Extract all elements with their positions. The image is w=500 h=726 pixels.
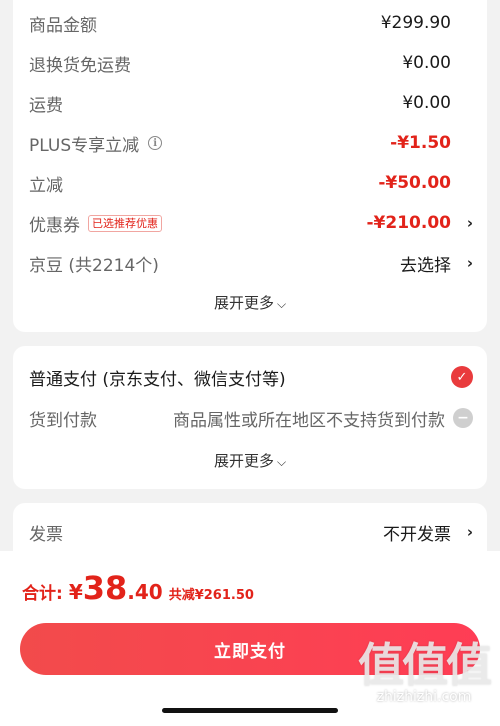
payment-method-card: 普通支付 (京东支付、微信支付等) ✓ 货到付款 商品属性或所在地区不支持货到付… <box>13 346 487 489</box>
expand-more-label: 展开更多 <box>213 294 274 312</box>
payment-option-cod: 货到付款 商品属性或所在地区不支持货到付款 − <box>29 404 473 432</box>
fee-label: 优惠券 已选推荐优惠 <box>29 211 162 236</box>
fee-value: 去选择 › <box>400 254 473 276</box>
total-decimal: .40 <box>127 580 163 604</box>
cod-unavailable: 商品属性或所在地区不支持货到付款 − <box>173 406 473 431</box>
chevron-right-icon: › <box>466 523 473 541</box>
cod-unavailable-note: 商品属性或所在地区不支持货到付款 <box>173 410 445 431</box>
watermark-logo: 值值值 zhizhizhi.com <box>358 638 492 705</box>
fee-row-shipping: 运费 ¥0.00 <box>29 89 473 117</box>
invoice-label: 发票 <box>29 524 63 545</box>
disabled-minus-icon: − <box>453 408 473 428</box>
chevron-right-icon: › <box>466 214 473 232</box>
fee-row-coupon[interactable]: 优惠券 已选推荐优惠 -¥210.00 › <box>29 209 473 237</box>
expand-more-button[interactable]: 展开更多 ⌵ <box>13 450 487 471</box>
invoice-value: 不开发票 › <box>383 523 473 545</box>
invoice-row[interactable]: 发票 不开发票 › <box>29 518 473 546</box>
payment-option-check: ✓ <box>451 366 473 388</box>
fee-value: ¥299.90 <box>380 13 451 33</box>
fee-value: ¥0.00 <box>402 93 451 113</box>
fee-label: PLUS专享立减 i <box>29 131 163 156</box>
fee-label: 商品金额 <box>29 15 97 36</box>
payment-option-label: 货到付款 <box>29 410 97 431</box>
payment-option-label: 普通支付 (京东支付、微信支付等) <box>29 369 286 390</box>
fee-row-plus-discount: PLUS专享立减 i -¥1.50 <box>29 129 473 157</box>
total-currency: ¥ <box>68 580 83 604</box>
fee-value: ¥0.00 <box>402 53 451 73</box>
chevron-right-icon: › <box>466 254 473 272</box>
order-total: 合计: ¥ 38 .40 共减¥261.50 <box>22 569 254 607</box>
fee-value: -¥1.50 <box>390 133 451 153</box>
fee-label: 退换货免运费 <box>29 55 131 76</box>
fee-row-jingdou[interactable]: 京豆 (共2214个) 去选择 › <box>29 249 473 277</box>
fee-summary-card: 商品金额 ¥299.90 退换货免运费 ¥0.00 运费 ¥0.00 PLUS专… <box>13 0 487 332</box>
total-saved[interactable]: 共减¥261.50 <box>169 584 254 603</box>
check-icon[interactable]: ✓ <box>451 366 473 388</box>
expand-more-button[interactable]: 展开更多 ⌵ <box>13 292 487 313</box>
fee-value: -¥210.00 › <box>366 213 474 233</box>
total-integer: 38 <box>82 569 128 607</box>
watermark-site: zhizhizhi.com <box>376 689 472 705</box>
fee-row-goods-amount: 商品金额 ¥299.90 <box>29 9 473 37</box>
coupon-recommended-badge: 已选推荐优惠 <box>88 214 162 232</box>
fee-label: 立减 <box>29 175 63 196</box>
chevron-down-icon: ⌵ <box>276 297 287 311</box>
watermark-logo-text: 值值值 <box>358 638 492 692</box>
total-label: 合计: <box>22 584 63 604</box>
fee-label: 运费 <box>29 95 63 116</box>
fee-label: 京豆 (共2214个) <box>29 255 159 276</box>
fee-value: -¥50.00 <box>378 173 451 193</box>
payment-option-online[interactable]: 普通支付 (京东支付、微信支付等) ✓ <box>29 363 473 391</box>
fee-row-return-shipping: 退换货免运费 ¥0.00 <box>29 49 473 77</box>
chevron-down-icon: ⌵ <box>276 455 287 469</box>
expand-more-label: 展开更多 <box>213 452 274 470</box>
info-icon[interactable]: i <box>148 136 163 150</box>
fee-row-instant-discount: 立减 -¥50.00 <box>29 169 473 197</box>
home-indicator <box>162 708 338 713</box>
checkout-bottom-bar: 合计: ¥ 38 .40 共减¥261.50 立即支付 值值值 zhizhizh… <box>0 551 500 726</box>
